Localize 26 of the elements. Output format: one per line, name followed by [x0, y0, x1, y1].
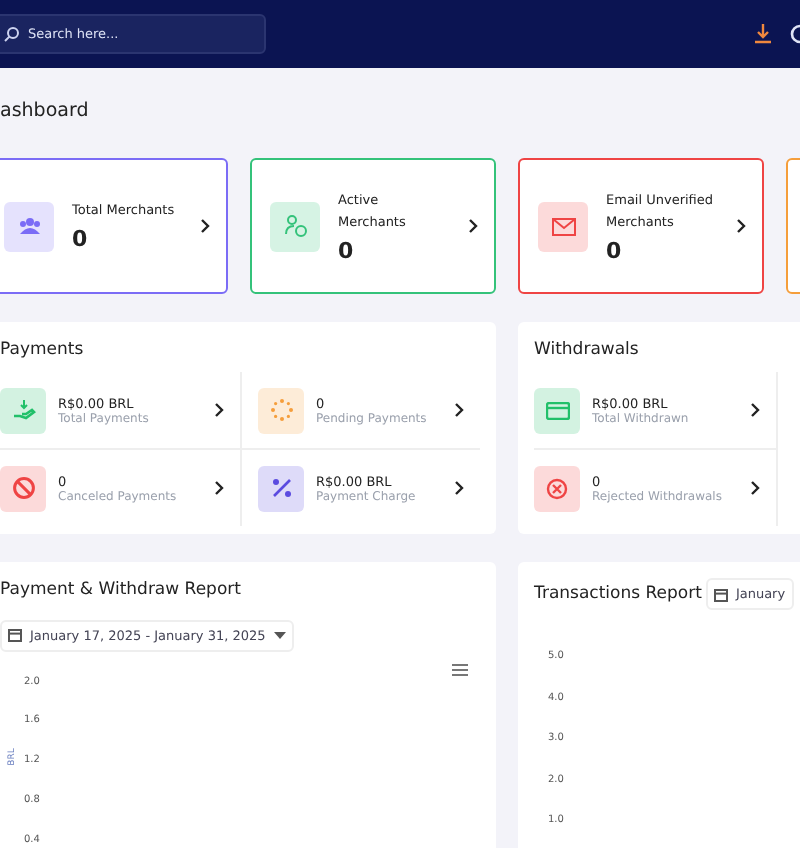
download-icon[interactable]: [754, 24, 772, 44]
user-icon: [283, 214, 307, 238]
chevron-icon[interactable]: [454, 480, 464, 496]
panel-title: Transactions Report: [534, 584, 702, 604]
calendar-icon: [713, 587, 728, 601]
page-title: ashboard: [0, 100, 91, 124]
caret-icon: [273, 631, 286, 639]
chevron-icon[interactable]: [214, 402, 224, 418]
chevron-icon[interactable]: [214, 480, 224, 496]
chevron-icon: [468, 218, 478, 234]
stat-value: 0: [606, 237, 624, 263]
panel-title: Withdrawals: [532, 338, 641, 360]
chevron-icon: [736, 218, 746, 234]
chevron-icon: [200, 218, 210, 234]
stat-value: 0: [72, 226, 90, 252]
panel-title: Payment & Withdraw Report: [0, 578, 243, 600]
search-icon: [4, 26, 20, 42]
mail-icon: [551, 217, 575, 235]
panel-title: Payments: [0, 338, 86, 360]
chevron-icon[interactable]: [749, 480, 759, 496]
menu-icon[interactable]: [452, 663, 468, 675]
stat-value: 0: [338, 237, 356, 263]
chevron-icon[interactable]: [454, 402, 464, 418]
calendar-icon: [8, 628, 22, 642]
group-icon: [17, 216, 41, 236]
chevron-icon[interactable]: [749, 402, 759, 418]
